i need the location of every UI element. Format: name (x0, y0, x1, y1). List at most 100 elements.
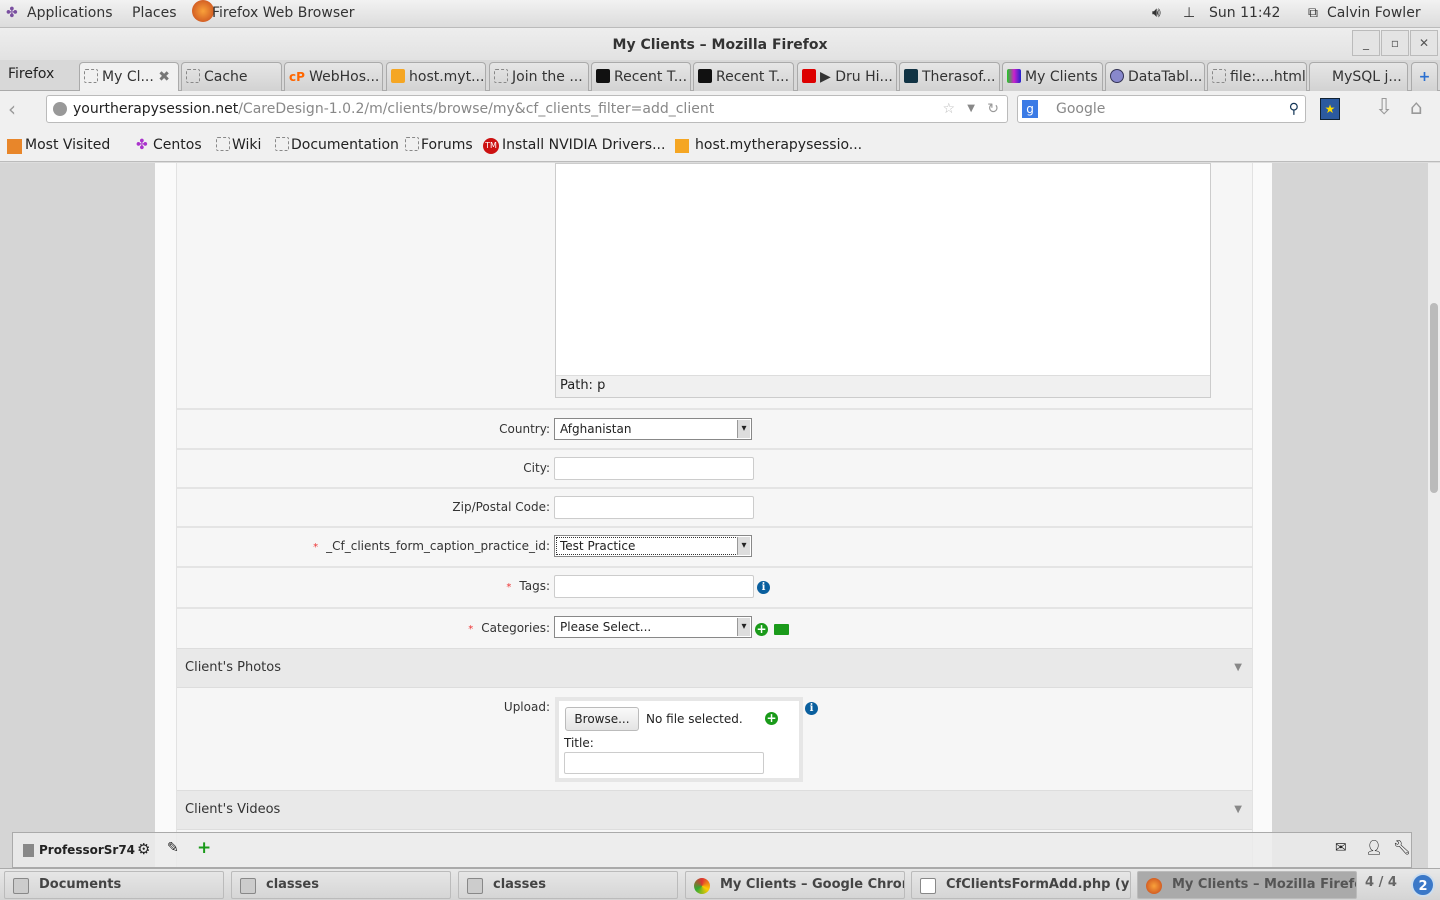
bookmark-forums[interactable]: Forums (421, 137, 473, 153)
minimize-button[interactable]: _ (1352, 30, 1380, 56)
tab-file[interactable]: file:....html (1207, 62, 1307, 91)
zip-input[interactable] (554, 496, 754, 519)
new-tab-button[interactable]: + (1411, 62, 1438, 91)
network-icon[interactable]: ⊥ (1183, 5, 1195, 21)
workspace-indicator[interactable]: 4 / 4 (1365, 875, 1397, 890)
info-icon[interactable]: i (805, 702, 818, 715)
tab-label: Recent T... (614, 69, 688, 85)
task-classes-2[interactable]: classes (458, 871, 678, 899)
mail-icon[interactable]: ✉ (1335, 840, 1347, 856)
maximize-button[interactable]: ▫ (1381, 30, 1409, 56)
vertical-scrollbar[interactable] (1428, 163, 1440, 868)
page-content: Path: p Country: Afghanistan City: Zip/P… (0, 163, 1428, 868)
task-classes-1[interactable]: classes (231, 871, 451, 899)
task-editor[interactable]: CfClientsFormAdd.php (yo... (911, 871, 1131, 899)
bookmark-host[interactable]: host.mytherapysessio... (695, 137, 862, 153)
title-input[interactable] (564, 752, 764, 774)
tab-my-clients[interactable]: My Clients (1002, 62, 1103, 91)
history-dropdown-icon[interactable]: ▼ (967, 96, 975, 122)
search-icon[interactable]: ⚲ (1289, 96, 1299, 122)
bookmark-centos[interactable]: Centos (153, 137, 202, 153)
bookmarks-toolbar: Most Visited ✤ Centos Wiki Documentation… (0, 131, 1440, 162)
page-icon (1212, 69, 1226, 83)
folder-icon (467, 878, 483, 894)
tab-cache[interactable]: Cache (181, 62, 282, 91)
back-icon[interactable]: ‹ (8, 97, 16, 121)
tab-mysql[interactable]: MySQL j... (1309, 62, 1408, 91)
categories-select[interactable]: Please Select... (554, 616, 752, 638)
tab-label: DataTabl... (1128, 69, 1203, 85)
tab-label: Recent T... (716, 69, 790, 85)
city-row: City: (177, 448, 1252, 487)
scrollbar-thumb[interactable] (1430, 303, 1438, 493)
search-box[interactable]: g Google ⚲ (1017, 95, 1306, 123)
user-menu[interactable]: Calvin Fowler (1327, 5, 1421, 21)
volume-icon[interactable]: 🔊︎ (1152, 5, 1161, 21)
firefox-menu-button[interactable]: Firefox (8, 66, 54, 82)
browse-button[interactable]: Browse... (565, 707, 639, 731)
folder-icon[interactable] (774, 624, 789, 635)
gear-icon[interactable]: ⚙ (137, 840, 150, 858)
add-upload-icon[interactable]: + (765, 712, 778, 725)
firefox-icon (192, 0, 214, 22)
add-category-icon[interactable]: + (755, 623, 768, 636)
page-icon (275, 137, 289, 151)
upload-label: Upload: (503, 700, 550, 714)
bookmark-wiki[interactable]: Wiki (232, 137, 261, 153)
applications-menu[interactable]: Applications (27, 5, 113, 21)
task-firefox[interactable]: My Clients – Mozilla Firefox (1137, 871, 1357, 899)
bookmarks-menu-icon[interactable]: ★ (1320, 98, 1340, 120)
bookmark-documentation[interactable]: Documentation (291, 137, 399, 153)
downloads-icon[interactable]: ⇩ (1375, 95, 1393, 120)
tab-datatables[interactable]: DataTabl... (1105, 62, 1205, 91)
url-bar[interactable]: yourtherapysession.net/CareDesign-1.0.2/… (46, 95, 1008, 123)
task-chrome[interactable]: My Clients – Google Chrome (685, 871, 905, 899)
clock[interactable]: Sun 11:42 (1209, 5, 1280, 21)
site-icon (904, 69, 918, 83)
places-menu[interactable]: Places (132, 5, 177, 21)
phpmyadmin-icon (391, 69, 405, 83)
close-window-button[interactable]: ✕ (1410, 30, 1438, 56)
tab-recent-2[interactable]: Recent T... (693, 62, 794, 91)
close-tab-icon[interactable]: ✖ (158, 63, 170, 91)
videos-section-header[interactable]: Client's Videos ▼ (177, 790, 1252, 830)
most-visited-icon (7, 139, 22, 154)
tab-label: host.myt... (409, 69, 485, 85)
tab-host-phpmyadmin[interactable]: host.myt... (386, 62, 486, 91)
google-icon[interactable]: g (1022, 100, 1038, 118)
info-icon[interactable]: i (757, 581, 770, 594)
notification-badge[interactable]: 2 (1411, 873, 1435, 897)
bookmark-star-icon[interactable]: ☆ (942, 96, 955, 122)
chat-username[interactable]: ProfessorSr74 (39, 843, 135, 857)
tab-label: MySQL j... (1332, 69, 1402, 85)
reload-icon[interactable]: ↻ (987, 96, 999, 122)
rich-text-editor[interactable]: Path: p (555, 163, 1211, 398)
tab-youtube[interactable]: ▶ Dru Hi... (797, 62, 897, 91)
photo-upload-row: Upload: Browse... No file selected. + Ti… (177, 688, 1252, 790)
tab-label: file:....html (1230, 69, 1306, 85)
tags-input[interactable] (554, 575, 754, 598)
task-documents[interactable]: Documents (4, 871, 224, 899)
city-input[interactable] (554, 457, 754, 480)
photos-section-header[interactable]: Client's Photos ▼ (177, 648, 1252, 688)
practice-select[interactable]: Test Practice (554, 535, 752, 557)
tab-therasoft[interactable]: Therasof... (899, 62, 1000, 91)
add-client-form: Path: p Country: Afghanistan City: Zip/P… (176, 163, 1253, 868)
applications-icon: ✤ (6, 5, 18, 21)
bookmark-nvidia[interactable]: Install NVIDIA Drivers... (502, 137, 665, 153)
home-icon[interactable]: ⌂ (1410, 95, 1423, 119)
bookmark-most-visited[interactable]: Most Visited (25, 137, 110, 153)
no-file-text: No file selected. (646, 712, 743, 726)
tab-join[interactable]: Join the ... (489, 62, 589, 91)
tab-my-clients-active[interactable]: My Cl... ✖ (79, 62, 179, 91)
wrench-icon[interactable]: 🔧︎ (1393, 840, 1411, 856)
country-select[interactable]: Afghanistan (554, 418, 752, 440)
edit-icon[interactable]: ✎ (167, 840, 179, 856)
person-icon[interactable]: 👤︎ (1365, 840, 1383, 856)
tab-webhost[interactable]: cP WebHos... (284, 62, 383, 91)
active-app-menu[interactable]: Firefox Web Browser (212, 5, 355, 21)
status-icon (23, 844, 34, 857)
add-icon[interactable]: + (197, 838, 211, 858)
globe-icon (53, 102, 67, 116)
tab-recent-1[interactable]: Recent T... (591, 62, 691, 91)
